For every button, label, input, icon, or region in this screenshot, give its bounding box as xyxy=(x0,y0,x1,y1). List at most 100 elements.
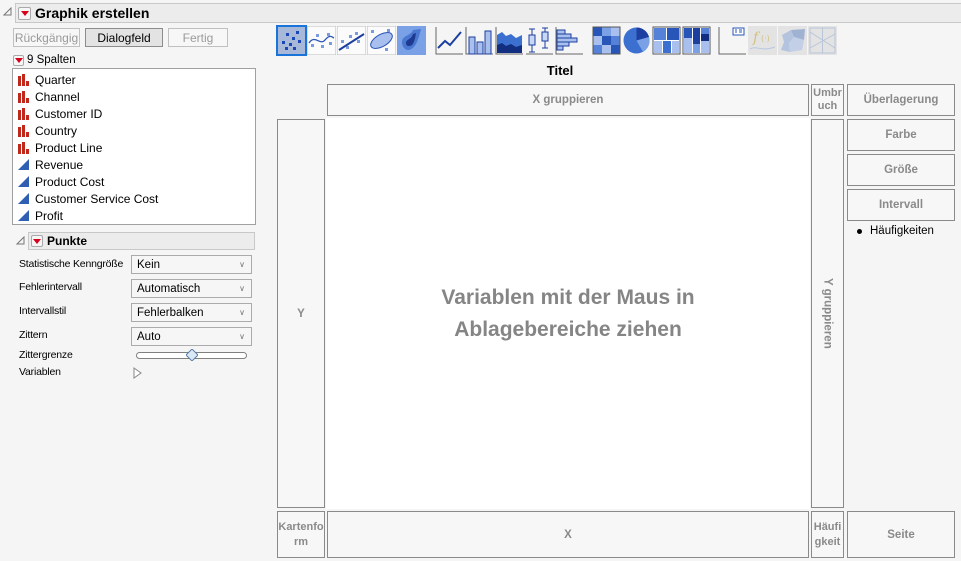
interval-drop-zone[interactable]: Intervall xyxy=(847,189,955,221)
chevron-down-icon: ∨ xyxy=(239,308,245,317)
error-interval-label: Fehlerintervall xyxy=(19,281,82,293)
x-drop-zone[interactable]: X xyxy=(327,511,809,558)
map-shapes-element-button[interactable] xyxy=(778,26,807,55)
size-drop-zone[interactable]: Größe xyxy=(847,154,955,186)
jitter-select[interactable]: Auto ∨ xyxy=(131,327,252,346)
points-element-button[interactable] xyxy=(276,25,307,56)
pie-chart-icon xyxy=(623,27,650,54)
column-item[interactable]: Product Cost xyxy=(13,173,255,190)
chevron-down-icon: ∨ xyxy=(239,260,245,269)
jitter-limit-slider-thumb[interactable] xyxy=(185,349,198,361)
formula-icon: f (·) xyxy=(749,30,776,50)
done-button[interactable]: Fertig xyxy=(168,28,228,47)
continuous-column-icon xyxy=(17,158,30,171)
mosaic-icon xyxy=(682,26,711,55)
histogram-element-button[interactable] xyxy=(555,26,584,55)
heatmap-element-button[interactable] xyxy=(592,26,621,55)
columns-menu-icon[interactable] xyxy=(13,54,24,66)
interval-style-label: Intervallstil xyxy=(19,305,66,317)
column-item[interactable]: Product Line xyxy=(13,139,255,156)
bullet-icon xyxy=(857,228,862,234)
column-item[interactable]: Country xyxy=(13,122,255,139)
continuous-column-icon xyxy=(17,209,30,222)
legend-item-label: Häufigkeiten xyxy=(870,225,934,237)
columns-header: 9 Spalten xyxy=(13,54,76,66)
summary-statistic-select[interactable]: Kein ∨ xyxy=(131,255,252,274)
columns-list[interactable]: Quarter Channel Customer ID Country Product … xyxy=(12,68,256,225)
smoother-icon xyxy=(307,26,336,55)
chevron-down-icon: ∨ xyxy=(239,284,245,293)
column-item[interactable]: Customer ID xyxy=(13,105,255,122)
error-interval-value: Automatisch xyxy=(137,282,201,295)
error-interval-select[interactable]: Automatisch ∨ xyxy=(131,279,252,298)
box-plot-element-button[interactable] xyxy=(525,26,554,55)
x-label: X xyxy=(564,528,572,541)
ellipse-element-button[interactable] xyxy=(367,26,396,55)
column-label: Customer Service Cost xyxy=(35,191,159,206)
undo-button[interactable]: Rückgängig xyxy=(13,28,80,47)
interval-style-value: Fehlerbalken xyxy=(137,306,204,319)
wrap-drop-zone[interactable]: Umbruch xyxy=(811,84,844,116)
points-menu-icon[interactable] xyxy=(31,235,43,247)
page-drop-zone[interactable]: Seite xyxy=(847,511,955,558)
column-label: Quarter xyxy=(35,72,76,87)
caption-box-element-button[interactable] xyxy=(718,26,747,55)
color-label: Farbe xyxy=(885,129,917,141)
group-x-drop-zone[interactable]: X gruppieren xyxy=(327,84,809,116)
bar-element-button[interactable] xyxy=(465,26,494,55)
collapse-outline-icon[interactable] xyxy=(16,236,25,245)
ellipse-icon xyxy=(367,26,396,55)
graph-builder-window: Graphik erstellen Rückgängig Dialogfeld … xyxy=(0,0,961,561)
map-shapes-icon xyxy=(781,29,805,52)
group-y-label: Y gruppieren xyxy=(821,278,834,349)
map-shape-drop-zone[interactable]: Kartenform xyxy=(277,511,325,558)
bar-chart-icon xyxy=(465,27,493,55)
legend-item: Häufigkeiten xyxy=(857,225,934,237)
column-item[interactable]: Revenue xyxy=(13,156,255,173)
column-label: Profit xyxy=(35,208,64,223)
interval-style-select[interactable]: Fehlerbalken ∨ xyxy=(131,303,252,322)
parallel-element-button[interactable] xyxy=(808,26,837,55)
points-panel-header: Punkte xyxy=(28,232,255,250)
area-element-button[interactable] xyxy=(495,26,524,55)
column-item[interactable]: Channel xyxy=(13,88,255,105)
y-drop-zone[interactable]: Y xyxy=(277,119,325,508)
jitter-value: Auto xyxy=(137,330,161,343)
graph-title[interactable]: Titel xyxy=(500,63,620,78)
contour-element-button[interactable] xyxy=(397,26,426,55)
smoother-element-button[interactable] xyxy=(307,26,336,55)
expand-triangle-icon[interactable] xyxy=(133,367,142,379)
formula-element-button[interactable]: f (·) xyxy=(748,26,777,55)
column-item[interactable]: Quarter xyxy=(13,71,255,88)
svg-text:f: f xyxy=(752,30,761,46)
color-drop-zone[interactable]: Farbe xyxy=(847,119,955,151)
collapse-outline-icon[interactable] xyxy=(3,7,12,16)
group-y-drop-zone[interactable]: Y gruppieren xyxy=(811,119,844,508)
chevron-down-icon: ∨ xyxy=(239,332,245,341)
pie-element-button[interactable] xyxy=(622,26,651,55)
wrap-label: Umbruch xyxy=(813,87,842,112)
red-triangle-menu-icon[interactable] xyxy=(18,6,31,20)
line-element-button[interactable] xyxy=(435,26,464,55)
column-item[interactable]: Profit xyxy=(13,207,255,224)
continuous-column-icon xyxy=(17,175,30,188)
size-label: Größe xyxy=(884,164,918,176)
columns-count-label: 9 Spalten xyxy=(27,54,76,66)
nominal-column-icon xyxy=(17,124,30,137)
y-label: Y xyxy=(297,307,305,320)
jitter-limit-label: Zittergrenze xyxy=(19,349,73,361)
map-shape-label: Kartenform xyxy=(278,520,324,548)
line-of-fit-element-button[interactable] xyxy=(337,26,366,55)
dialog-button[interactable]: Dialogfeld xyxy=(85,28,163,47)
treemap-icon xyxy=(652,26,681,55)
column-label: Product Line xyxy=(35,140,103,155)
overlay-drop-zone[interactable]: Überlagerung xyxy=(847,84,955,116)
line-of-fit-icon xyxy=(337,26,366,55)
nominal-column-icon xyxy=(17,141,30,154)
column-item[interactable]: Customer Service Cost xyxy=(13,190,255,207)
area-chart-icon xyxy=(495,27,523,55)
treemap-element-button[interactable] xyxy=(652,26,681,55)
freq-drop-zone[interactable]: Häufigkeit xyxy=(811,511,844,558)
mosaic-element-button[interactable] xyxy=(682,26,711,55)
jitter-label: Zittern xyxy=(19,329,48,341)
